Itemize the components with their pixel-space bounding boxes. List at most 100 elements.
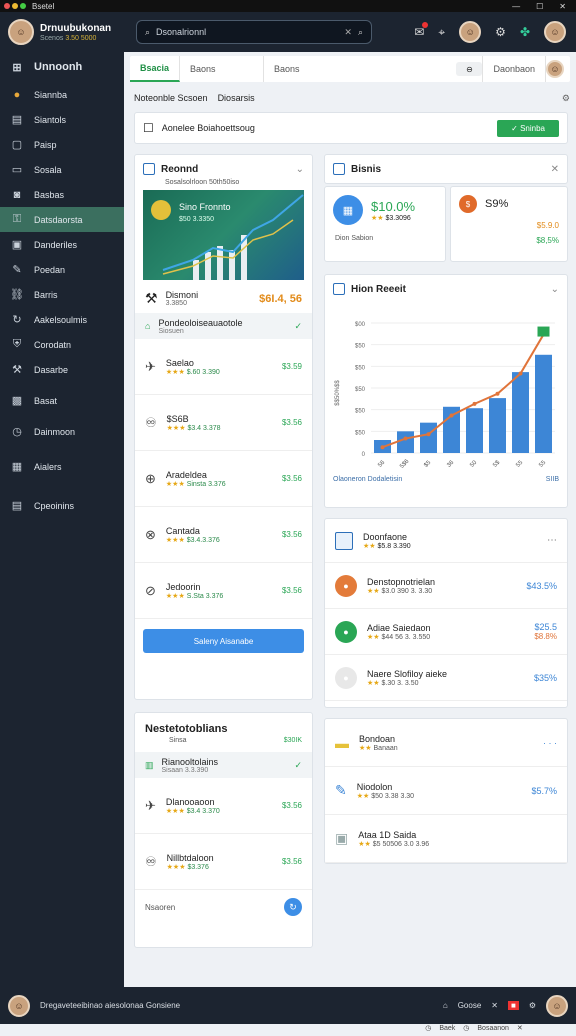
user-status: 3.50 5000 [65,34,97,42]
tab-3[interactable]: Baons [264,56,414,82]
avatar[interactable]: ☺ [8,19,34,45]
list-2: ✈ Dlanooaoon ★★★ $3.4 3.370 $3.56 ♾ Nillbtdal… [135,778,312,890]
sidebar-item-datsdaorsta[interactable]: ⚿ Datsdaorsta [0,207,124,232]
list-item[interactable]: ⊕ Aradeldea ★★★ Sinsta 3.376 $3.56 [135,451,312,507]
right-list2-item[interactable]: ▬ Bondoan ★★ Banaan · · · [325,719,567,767]
footer-avatar[interactable]: ☺ [8,994,30,1017]
settings-icon[interactable]: ⚙ [495,25,506,39]
close-icon-3[interactable]: ✕ [517,1024,523,1032]
sidebar-item-poedan[interactable]: ✎ Poedan [0,257,124,282]
search-input[interactable]: ⌕ Dsonalrionnl ✕ ⌕ [136,20,372,44]
footer-badge[interactable]: ■ [507,1001,519,1010]
tab-active[interactable]: Bsacia [130,56,181,82]
sidebar-item-paisp[interactable]: ▢ Paisp [0,132,124,157]
tab-2[interactable]: Baons [180,56,265,82]
sidebar-item-aakelsoulmis[interactable]: ↻ Aakelsoulmis [0,307,124,332]
item-title: Saelao [165,357,194,368]
item-sub: $3.376 [187,863,209,871]
refresh-icon[interactable]: ◷ [463,1024,469,1032]
left-card2-title: Nestetotoblians [145,723,228,735]
tab-avatar[interactable]: ☺ [546,60,564,78]
sidebar-item-corodatn[interactable]: ⛨ Corodatn [0,332,124,357]
minimize-dot[interactable] [12,3,18,9]
list-item[interactable]: ♾ Nillbtdaloon ★★★ $3.376 $3.56 [135,834,312,890]
highlight-row[interactable]: ⚒ Dismoni 3.3850 $6I.4, 56 [135,284,312,313]
tools-icon: ⚒ [145,290,158,306]
right-list2-item[interactable]: ✎ Niodolon ★★ $50 3.38 3.30 $5.7% [325,767,567,815]
search-submit-icon[interactable]: ⌕ [358,27,363,38]
sidebar-item-barris[interactable]: ⛓ Barris [0,282,124,307]
close-icon[interactable]: ✕ [559,2,566,11]
promo-banner[interactable]: Sino Fronnto $50 3.3350 [143,190,304,280]
list-item[interactable]: ⊘ Jedoorin ★★★ S.Sta 3.376 $3.56 [135,563,312,619]
section-band[interactable]: ⌂ Pondeoloiseauaotole Siosuen ✓ [135,313,312,339]
sidebar-item-dainmoon[interactable]: ◷ Dainmoon [0,419,124,444]
sidebar-item-unnoonh[interactable]: ⊞ Unnoonh [0,52,124,82]
sidebar-item-dasarbe[interactable]: ⚒ Dasarbe [0,357,124,382]
chevron-down-icon[interactable]: ⌄ [296,164,304,175]
notification-icon[interactable]: ✉ [414,22,429,39]
footer-avatar-2[interactable]: ☺ [546,994,568,1017]
profile-avatar[interactable]: ☺ [544,21,566,43]
toggle-icon[interactable]: ⊖ [456,62,483,76]
location-icon[interactable]: ⌖ [438,25,445,40]
bar [535,354,552,453]
tab-4[interactable]: Daonbaon [482,56,546,82]
chart-card: Hion Reeeit ⌄ 0 $50 $50 $50 $50 $50 $00 $$50%$$… [324,274,568,508]
sidebar-item-label: Datsdaorsta [34,214,83,225]
list-item[interactable]: ✈ Dlanooaoon ★★★ $3.4 3.370 $3.56 [135,778,312,834]
list-item[interactable]: ♾ $S6B ★★★ $3.4 3.378 $3.56 [135,395,312,451]
chart-svg: 0 $50 $50 $50 $50 $50 $00 $$50%$$ 56 5$6 $5 36 50 5$ 5… [335,322,555,470]
x-tick-label: $5 [423,459,432,468]
item-icon: ⊕ [145,470,156,486]
footer-icon-3[interactable]: ⚙ [529,1001,536,1010]
footer-icon-2[interactable]: ✕ [491,1001,498,1010]
right-list-item[interactable]: ● Adiae Saiedaon ★★ $44 56 3. 3.550 $25.5 $8… [325,609,567,655]
sidebar-item-basbas[interactable]: ◙ Basbas [0,182,124,207]
more-icon[interactable]: ⋯ [547,535,557,546]
sidebar-item-sosala[interactable]: ▭ Sosala [0,157,124,182]
right-list-item[interactable]: ● Denstopnotrielan ★★ $3.0 390 3. 3.30 $43.… [325,563,567,609]
pager-text-2[interactable]: Bosaanon [477,1025,509,1032]
close-icon-2[interactable]: ✕ [551,164,559,175]
list-item[interactable]: ⊗ Cantada ★★★ $3.4.3.376 $3.56 [135,507,312,563]
clear-icon[interactable]: ✕ [344,27,352,38]
close-dot[interactable] [4,3,10,9]
sidebar-item-danderiles[interactable]: ▣ Danderiles [0,232,124,257]
minimize-icon[interactable]: — [512,2,520,11]
settings-small-icon[interactable]: ⚙ [562,93,570,104]
line-point [403,436,408,441]
sidebar-item-siannba[interactable]: ● Siannba [0,82,124,107]
item-value: $3.56 [281,857,302,866]
chart-footer: Olaoneron Dodaletisin [333,476,403,483]
chevron-down-icon-2[interactable]: ⌄ [551,284,559,295]
chat-icon: ☐ [143,121,154,135]
item-value: $3.56 [281,801,302,810]
sidebar-item-basat[interactable]: ▩ Basat [0,388,124,413]
sidebar-item-siantols[interactable]: ▤ Siantols [0,107,124,132]
line-point [495,391,500,396]
contact-avatar[interactable]: ☺ [459,21,482,43]
maximize-icon[interactable]: ☐ [536,2,543,11]
prev-icon[interactable]: ◷ [425,1024,431,1032]
section-band-2[interactable]: ▥ Rianooltolains Sisaan 3.3.390 ✓ [135,752,312,778]
stat-card-2[interactable]: $ S9% $5.9.0 $8,5% [450,186,568,262]
right-list2-item[interactable]: ▣ Ataa 1D Saida ★★ $5 50506 3.0 3.96 [325,815,567,863]
doc-icon: ▭ [11,164,23,176]
puzzle-icon[interactable]: ✤ [520,25,530,39]
right-list-item[interactable]: ● Naere Slofiloy aieke ★★ $.30 3. 3.50 $35% [325,655,567,701]
stat-card-1[interactable]: ▦ $10.0% ★★ $3.3096 Dion Sabion [324,186,446,262]
maximize-dot[interactable] [20,3,26,9]
item-title: $S6B [166,413,189,424]
footer-bar: ☺ Dregaveteeibinao aiesolonaa Gonsiene ⌂… [0,987,576,1024]
sidebar-item-cpeoinins[interactable]: ▤ Cpeoinins [0,493,124,518]
fab-button[interactable]: ↻ [284,898,302,916]
list-item[interactable]: ✈ Saelao ★★★ $.60 3.390 $3.59 [135,339,312,395]
primary-action-button[interactable]: ✓ Sninba [497,119,559,137]
user-block[interactable]: ☺ Drnuubukonan Scenos 3.50 5000 [0,19,124,45]
sidebar-item-aialers[interactable]: ▦ Aialers [0,454,124,479]
sidebar-item-label: Unnoonh [34,61,83,73]
footer-icon-1[interactable]: ⌂ [443,1001,448,1010]
pager-text[interactable]: Baek [439,1025,455,1032]
blue-action-button[interactable]: Saleny Aisanabe [143,629,304,653]
